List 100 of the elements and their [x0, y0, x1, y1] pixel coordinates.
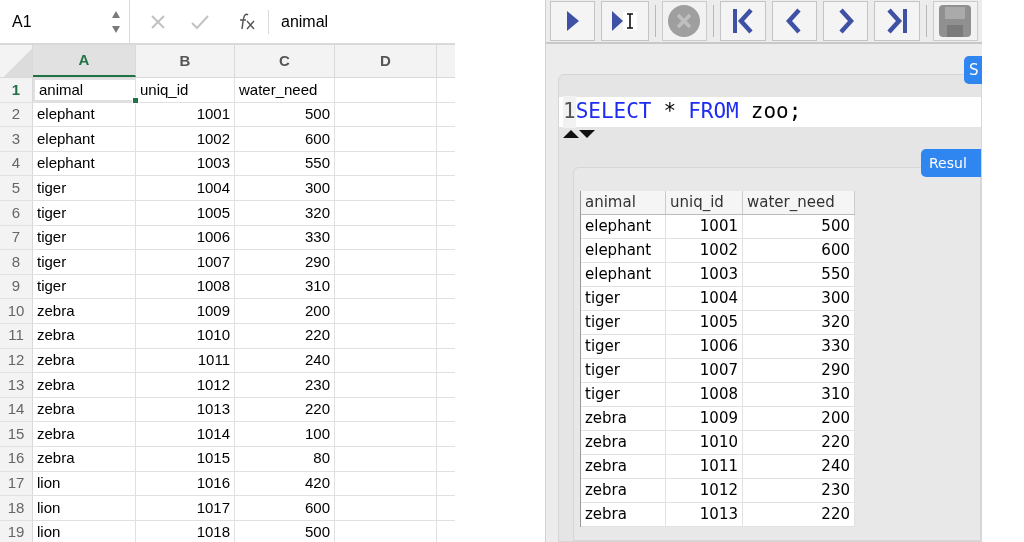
fill-handle[interactable] [132, 96, 139, 104]
row-header[interactable]: 10 [0, 299, 33, 323]
table-cell[interactable]: zebra [33, 422, 136, 446]
table-cell[interactable]: 200 [235, 299, 335, 323]
table-cell[interactable]: 300 [235, 176, 335, 200]
table-cell[interactable]: 420 [235, 471, 335, 496]
table-cell[interactable]: 1011 [136, 348, 235, 373]
table-cell[interactable]: 1001 [136, 102, 235, 127]
table-cell[interactable]: 1017 [136, 496, 235, 520]
formula-field[interactable]: animal [281, 12, 329, 30]
row-header[interactable]: 14 [0, 397, 33, 422]
table-cell[interactable]: water_need [235, 78, 335, 102]
table-cell[interactable]: 240 [235, 348, 335, 373]
table-cell[interactable]: 1006 [136, 225, 235, 250]
table-cell[interactable]: 330 [235, 225, 335, 250]
column-header[interactable]: animal [581, 191, 666, 214]
row-header[interactable]: 2 [0, 102, 33, 127]
toolbar-button[interactable] [720, 1, 766, 41]
table-cell[interactable]: tiger [33, 225, 136, 250]
results-tab[interactable]: Resul [921, 149, 981, 177]
table-cell[interactable]: 220 [235, 323, 335, 348]
table-cell[interactable]: lion [33, 496, 136, 520]
row-header[interactable]: 11 [0, 323, 33, 348]
row-header[interactable]: 17 [0, 471, 33, 496]
table-cell[interactable]: zebra [33, 446, 136, 471]
table-cell[interactable]: tiger [33, 176, 136, 200]
table-cell[interactable]: 600 [235, 496, 335, 520]
name-box[interactable]: A1 [12, 9, 32, 34]
table-cell: 500 [743, 215, 855, 238]
table-cell[interactable]: 1005 [136, 200, 235, 225]
column-header[interactable]: water_need [743, 191, 855, 214]
table-cell[interactable]: 1012 [136, 373, 235, 397]
code-editor[interactable]: 1SELECT * FROM zoo; [559, 97, 981, 127]
table-cell[interactable]: zebra [33, 348, 136, 373]
table-cell[interactable]: 1008 [136, 274, 235, 299]
row-header[interactable]: 9 [0, 274, 33, 299]
table-cell: 330 [743, 335, 855, 358]
toolbar-button[interactable] [601, 1, 649, 41]
table-cell[interactable]: 500 [235, 102, 335, 127]
table-cell[interactable]: tiger [33, 250, 136, 274]
table-cell[interactable]: 230 [235, 373, 335, 397]
table-cell[interactable]: 1007 [136, 250, 235, 274]
table-cell[interactable]: 600 [235, 127, 335, 151]
table-cell[interactable]: 1014 [136, 422, 235, 446]
table-cell[interactable]: tiger [33, 274, 136, 299]
checkmark-icon[interactable] [190, 13, 210, 30]
row-header[interactable]: 7 [0, 225, 33, 250]
table-cell[interactable]: lion [33, 520, 136, 542]
table-cell[interactable]: animal [33, 78, 136, 102]
table-cell[interactable]: 1018 [136, 520, 235, 542]
row-header[interactable]: 12 [0, 348, 33, 373]
table-cell[interactable]: 320 [235, 200, 335, 225]
row-header[interactable]: 5 [0, 176, 33, 200]
table-cell[interactable]: 220 [235, 397, 335, 422]
column-header[interactable]: uniq_id [666, 191, 743, 214]
toolbar-button[interactable] [874, 1, 920, 41]
column-header[interactable]: A [33, 45, 136, 77]
table-cell[interactable]: 1010 [136, 323, 235, 348]
table-cell[interactable]: zebra [33, 397, 136, 422]
toolbar-button[interactable] [771, 1, 817, 41]
table-cell[interactable]: 1013 [136, 397, 235, 422]
row-header[interactable]: 18 [0, 496, 33, 520]
table-cell[interactable]: elephant [33, 151, 136, 176]
table-cell[interactable]: zebra [33, 373, 136, 397]
column-header[interactable]: B [136, 45, 235, 77]
table-cell[interactable]: elephant [33, 127, 136, 151]
table-cell[interactable]: zebra [33, 299, 136, 323]
row-header[interactable]: 19 [0, 520, 33, 542]
row-header[interactable]: 1 [0, 78, 33, 102]
table-cell[interactable]: zebra [33, 323, 136, 348]
column-header[interactable]: D [335, 45, 437, 77]
table-cell: 600 [743, 239, 855, 262]
table-cell[interactable]: 550 [235, 151, 335, 176]
column-header[interactable]: C [235, 45, 335, 77]
table-cell[interactable]: 1016 [136, 471, 235, 496]
row-header[interactable]: 6 [0, 200, 33, 225]
table-cell[interactable]: 500 [235, 520, 335, 542]
row-header[interactable]: 13 [0, 373, 33, 397]
toolbar-button[interactable] [550, 1, 596, 41]
tab-button[interactable]: S [964, 56, 982, 84]
table-cell[interactable]: tiger [33, 200, 136, 225]
table-cell[interactable]: elephant [33, 102, 136, 127]
row-header[interactable]: 16 [0, 446, 33, 471]
table-cell[interactable]: lion [33, 471, 136, 496]
table-cell[interactable]: 1009 [136, 299, 235, 323]
table-cell[interactable]: 310 [235, 274, 335, 299]
toolbar-button[interactable] [822, 1, 869, 41]
table-cell[interactable]: 290 [235, 250, 335, 274]
row-header[interactable]: 8 [0, 250, 33, 274]
row-header[interactable]: 4 [0, 151, 33, 176]
table-cell[interactable]: uniq_id [136, 78, 235, 102]
table-cell[interactable]: 1004 [136, 176, 235, 200]
table-cell[interactable]: 80 [235, 446, 335, 471]
resize-arrows-icon[interactable] [563, 129, 595, 139]
row-header[interactable]: 3 [0, 127, 33, 151]
table-cell[interactable]: 1002 [136, 127, 235, 151]
table-cell[interactable]: 1003 [136, 151, 235, 176]
row-header[interactable]: 15 [0, 422, 33, 446]
table-cell[interactable]: 100 [235, 422, 335, 446]
table-cell[interactable]: 1015 [136, 446, 235, 471]
